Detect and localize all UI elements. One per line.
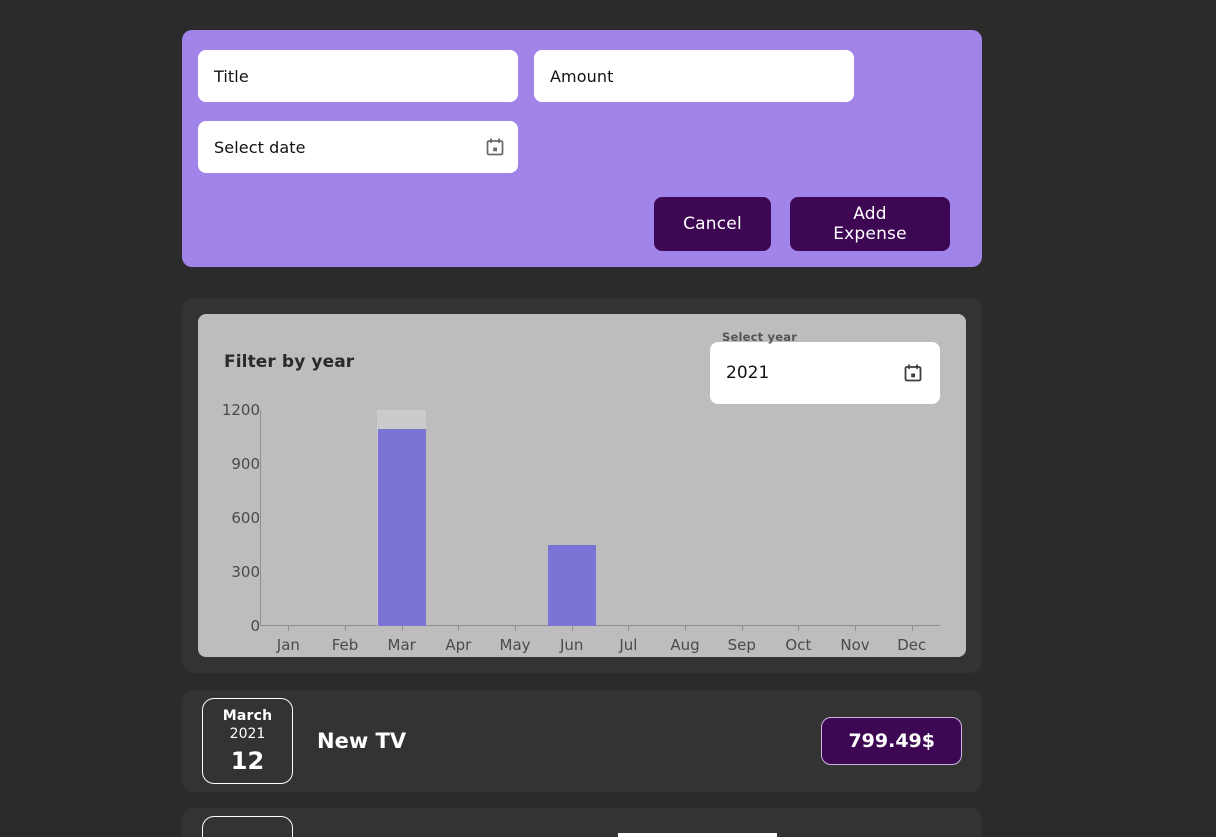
expense-date-badge: March <box>202 816 293 837</box>
y-axis-labels: 0 300 600 900 1200 <box>198 401 260 635</box>
expense-amount: 799.49$ <box>821 717 962 765</box>
bar[interactable] <box>547 545 596 626</box>
y-axis-tick: 600 <box>231 509 260 527</box>
expense-date-badge: March 2021 12 <box>202 698 293 784</box>
app-root: Title Amount Select date Cancel Add Expe… <box>0 0 1216 837</box>
bar-series <box>260 410 940 626</box>
bar-slot[interactable] <box>430 410 487 626</box>
form-row-top: Title Amount <box>198 50 966 102</box>
x-axis-labels: Jan Feb Mar Apr May Jun Jul Aug Sep Oct Nov Dec <box>260 626 940 654</box>
title-input-label: Title <box>214 66 249 86</box>
expense-title: New TV <box>317 729 407 753</box>
y-axis-tick: 1200 <box>221 401 260 419</box>
bar[interactable] <box>377 429 426 626</box>
x-axis-tick: Apr <box>430 626 487 654</box>
bar-slot[interactable] <box>600 410 657 626</box>
year-select-value: 2021 <box>726 363 770 383</box>
date-input[interactable]: Select date <box>198 121 518 173</box>
bar-slot[interactable] <box>543 410 600 626</box>
expense-item[interactable]: March <box>182 808 982 837</box>
x-axis-tick: Feb <box>317 626 374 654</box>
form-row-date: Select date <box>198 102 966 173</box>
filter-by-year-title: Filter by year <box>224 352 355 372</box>
cancel-button[interactable]: Cancel <box>654 197 771 251</box>
chart-card: Filter by year Select year 2021 0 300 600 9… <box>182 298 982 837</box>
x-axis-tick: Oct <box>770 626 827 654</box>
add-expense-form: Title Amount Select date Cancel Add Expe… <box>182 30 982 267</box>
calendar-icon[interactable] <box>904 364 922 382</box>
bar-slot[interactable] <box>487 410 544 626</box>
bar-slot[interactable] <box>317 410 374 626</box>
chart-tooltip: Mar spending : 1094.16 <box>618 833 777 837</box>
title-input[interactable]: Title <box>198 50 518 102</box>
calendar-icon[interactable] <box>486 138 504 156</box>
y-axis-tick: 900 <box>231 455 260 473</box>
bar-slot[interactable] <box>827 410 884 626</box>
x-axis-tick: Nov <box>827 626 884 654</box>
date-input-label: Select date <box>214 137 306 157</box>
bar-slot[interactable] <box>713 410 770 626</box>
expense-date-month: March <box>222 707 273 724</box>
bar-slot[interactable] <box>373 410 430 626</box>
bar-slot[interactable] <box>883 410 940 626</box>
year-select[interactable]: Select year 2021 <box>710 330 940 404</box>
expense-date-year: 2021 <box>229 725 266 742</box>
form-actions: Cancel Add Expense <box>654 197 950 251</box>
add-expense-button[interactable]: Add Expense <box>790 197 950 251</box>
plot-axes <box>260 410 940 626</box>
y-axis-tick: 0 <box>250 617 260 635</box>
x-axis-tick: Sep <box>713 626 770 654</box>
spending-bar-chart: 0 300 600 900 1200 Jan Feb Mar Apr May Jun Jul Aug S… <box>198 401 966 657</box>
amount-input[interactable]: Amount <box>534 50 854 102</box>
y-axis-tick: 300 <box>231 563 260 581</box>
bar-slot[interactable] <box>770 410 827 626</box>
expense-date-day: 12 <box>230 746 265 775</box>
x-axis-tick: Jul <box>600 626 657 654</box>
year-select-label: Select year <box>722 330 798 344</box>
expense-item[interactable]: March 2021 12 New TV 799.49$ <box>182 690 982 792</box>
x-axis-tick: Jan <box>260 626 317 654</box>
x-axis-tick: Dec <box>883 626 940 654</box>
x-axis-tick: Aug <box>657 626 714 654</box>
bar-slot[interactable] <box>260 410 317 626</box>
chart-panel: Filter by year Select year 2021 0 300 600 9… <box>198 314 966 837</box>
x-axis-tick: Mar <box>373 626 430 654</box>
bar-slot[interactable] <box>657 410 714 626</box>
x-axis-tick: May <box>487 626 544 654</box>
x-axis-tick: Jun <box>543 626 600 654</box>
amount-input-label: Amount <box>550 66 614 86</box>
